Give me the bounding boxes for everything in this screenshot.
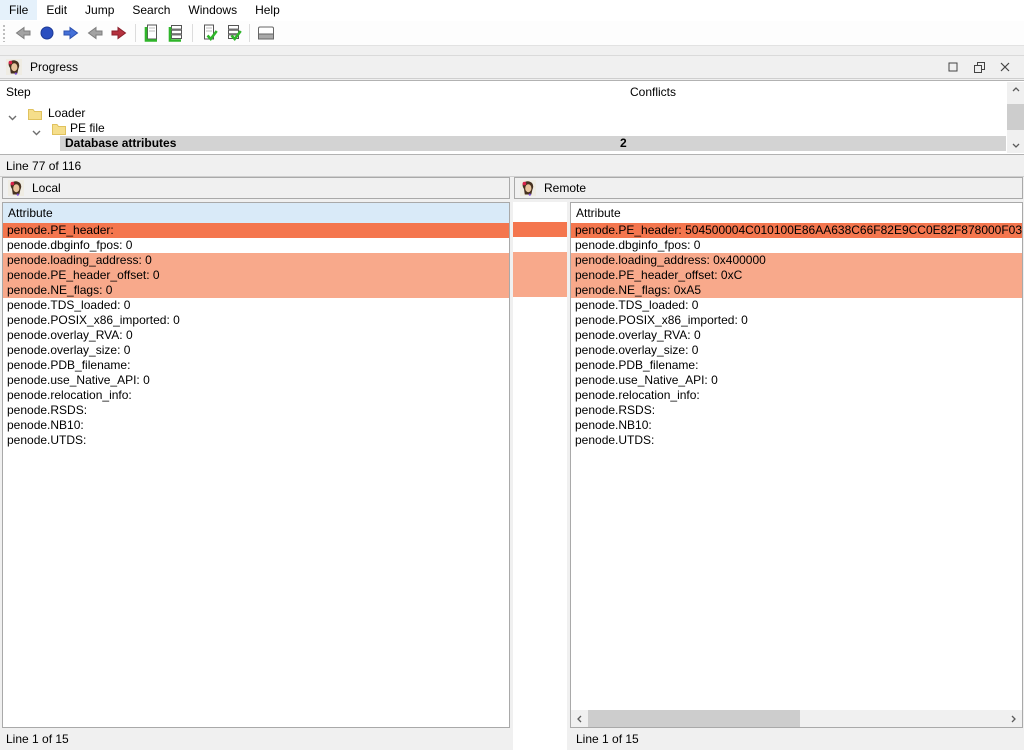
apply-database-icon[interactable] [221,22,245,44]
local-attribute-row[interactable]: penode.PDB_filename: [3,358,509,373]
conflict-marker [513,267,567,282]
tree-row-label: Database attributes [65,136,176,151]
scroll-right-icon[interactable] [1005,710,1022,727]
navigate-forward-icon[interactable] [59,22,83,44]
merge-database-icon[interactable] [164,22,188,44]
conflict-marker-strip [513,202,567,750]
menu-jump[interactable]: Jump [76,0,123,20]
tree-column-conflicts[interactable]: Conflicts [630,85,676,99]
tree-column-step[interactable]: Step [6,85,31,99]
tree-row-label: Loader [48,106,85,121]
remote-status-bar: Line 1 of 15 [570,728,1024,750]
remote-attribute-row[interactable]: penode.TDS_loaded: 0 [571,298,1022,313]
app-icon [6,59,22,75]
windows-list-icon[interactable] [254,22,278,44]
scroll-up-icon[interactable] [1007,82,1024,97]
remote-attribute-row[interactable]: penode.NE_flags: 0xA5 [571,283,1022,298]
remote-attribute-row[interactable]: penode.relocation_info: [571,388,1022,403]
local-panel-title: Local [32,181,61,195]
remote-attribute-row[interactable]: penode.PE_header_offset: 0xC [571,268,1022,283]
toolbar-separator [135,24,136,42]
tree-scrollbar-thumb[interactable] [1007,104,1024,130]
close-icon[interactable] [992,56,1018,78]
toolbar-drag-handle[interactable] [2,24,7,42]
remote-attribute-row[interactable]: penode.dbginfo_fpos: 0 [571,238,1022,253]
remote-scrollbar-thumb[interactable] [588,710,800,727]
local-column-attribute[interactable]: Attribute [3,203,509,223]
app-icon [520,180,536,196]
menu-search[interactable]: Search [123,0,179,20]
restore-icon[interactable] [966,56,992,78]
local-attribute-row[interactable]: penode.RSDS: [3,403,509,418]
remote-attribute-row[interactable]: penode.overlay_size: 0 [571,343,1022,358]
menu-bar: FileEditJumpSearchWindowsHelp [0,0,1024,21]
apply-document-icon[interactable] [197,22,221,44]
toolbar [0,21,1024,46]
remote-horizontal-scrollbar[interactable] [571,710,1022,727]
local-attribute-row[interactable]: penode.overlay_size: 0 [3,343,509,358]
local-attribute-row[interactable]: penode.overlay_RVA: 0 [3,328,509,343]
application-window: FileEditJumpSearchWindowsHelp Progress [0,0,1024,750]
remote-attribute-row[interactable]: penode.PDB_filename: [571,358,1022,373]
remote-attribute-row[interactable]: penode.NB10: [571,418,1022,433]
merge-steps-tree: Step Conflicts LoaderPE fileDatabase att… [0,80,1024,155]
progress-window-title: Progress [30,60,78,74]
tree-row[interactable]: PE file [0,121,1006,136]
local-attribute-row[interactable]: penode.relocation_info: [3,388,509,403]
local-attribute-row[interactable]: penode.use_Native_API: 0 [3,373,509,388]
tree-row-label: PE file [70,121,105,136]
tree-row[interactable]: Loader [0,106,1006,121]
tree-row[interactable]: Database attributes 2 [0,136,1006,151]
toolbar-separator [249,24,250,42]
remote-attribute-row[interactable]: penode.UTDS: [571,433,1022,448]
local-status-bar: Line 1 of 15 [0,728,511,750]
local-panel-titlebar[interactable]: Local [2,177,510,199]
local-attribute-row[interactable]: penode.PE_header: [3,223,509,238]
conflict-marker [513,222,567,237]
toolbar-separator [192,24,193,42]
menu-edit[interactable]: Edit [37,0,76,20]
progress-window-titlebar[interactable]: Progress [0,55,1024,79]
local-attribute-row[interactable]: penode.TDS_loaded: 0 [3,298,509,313]
navigate-back-icon[interactable] [11,22,35,44]
remote-panel-title: Remote [544,181,586,195]
local-attribute-row[interactable]: penode.loading_address: 0 [3,253,509,268]
remote-attribute-row[interactable]: penode.PE_header: 504500004C010100E86AA6… [571,223,1022,238]
tree-status-bar: Line 77 of 116 [0,155,1024,177]
app-icon [8,180,24,196]
menu-windows[interactable]: Windows [179,0,246,20]
tree-vertical-scrollbar[interactable] [1007,82,1024,153]
tree-row-conflicts: 2 [620,136,627,151]
local-attribute-list: Attribute penode.PE_header:penode.dbginf… [2,202,510,728]
maximize-icon[interactable] [940,56,966,78]
local-attribute-row[interactable]: penode.PE_header_offset: 0 [3,268,509,283]
remote-attribute-row[interactable]: penode.loading_address: 0x400000 [571,253,1022,268]
conflict-marker [513,282,567,297]
next-conflict-icon[interactable] [107,22,131,44]
stop-icon[interactable] [35,22,59,44]
conflict-marker [513,252,567,267]
remote-column-attribute[interactable]: Attribute [571,203,1022,223]
menu-file[interactable]: File [0,0,37,20]
local-attribute-row[interactable]: penode.UTDS: [3,433,509,448]
remote-attribute-row[interactable]: penode.use_Native_API: 0 [571,373,1022,388]
remote-attribute-row[interactable]: penode.POSIX_x86_imported: 0 [571,313,1022,328]
previous-conflict-icon[interactable] [83,22,107,44]
remote-attribute-row[interactable]: penode.overlay_RVA: 0 [571,328,1022,343]
remote-attribute-row[interactable]: penode.RSDS: [571,403,1022,418]
local-attribute-row[interactable]: penode.dbginfo_fpos: 0 [3,238,509,253]
menu-help[interactable]: Help [246,0,289,20]
local-attribute-row[interactable]: penode.POSIX_x86_imported: 0 [3,313,509,328]
local-attribute-row[interactable]: penode.NB10: [3,418,509,433]
local-attribute-row[interactable]: penode.NE_flags: 0 [3,283,509,298]
tree-row-selection [60,136,1006,151]
scroll-down-icon[interactable] [1007,138,1024,153]
remote-panel-titlebar[interactable]: Remote [514,177,1023,199]
merge-document-icon[interactable] [140,22,164,44]
remote-attribute-list: Attribute penode.PE_header: 504500004C01… [570,202,1023,728]
scroll-left-icon[interactable] [571,710,588,727]
